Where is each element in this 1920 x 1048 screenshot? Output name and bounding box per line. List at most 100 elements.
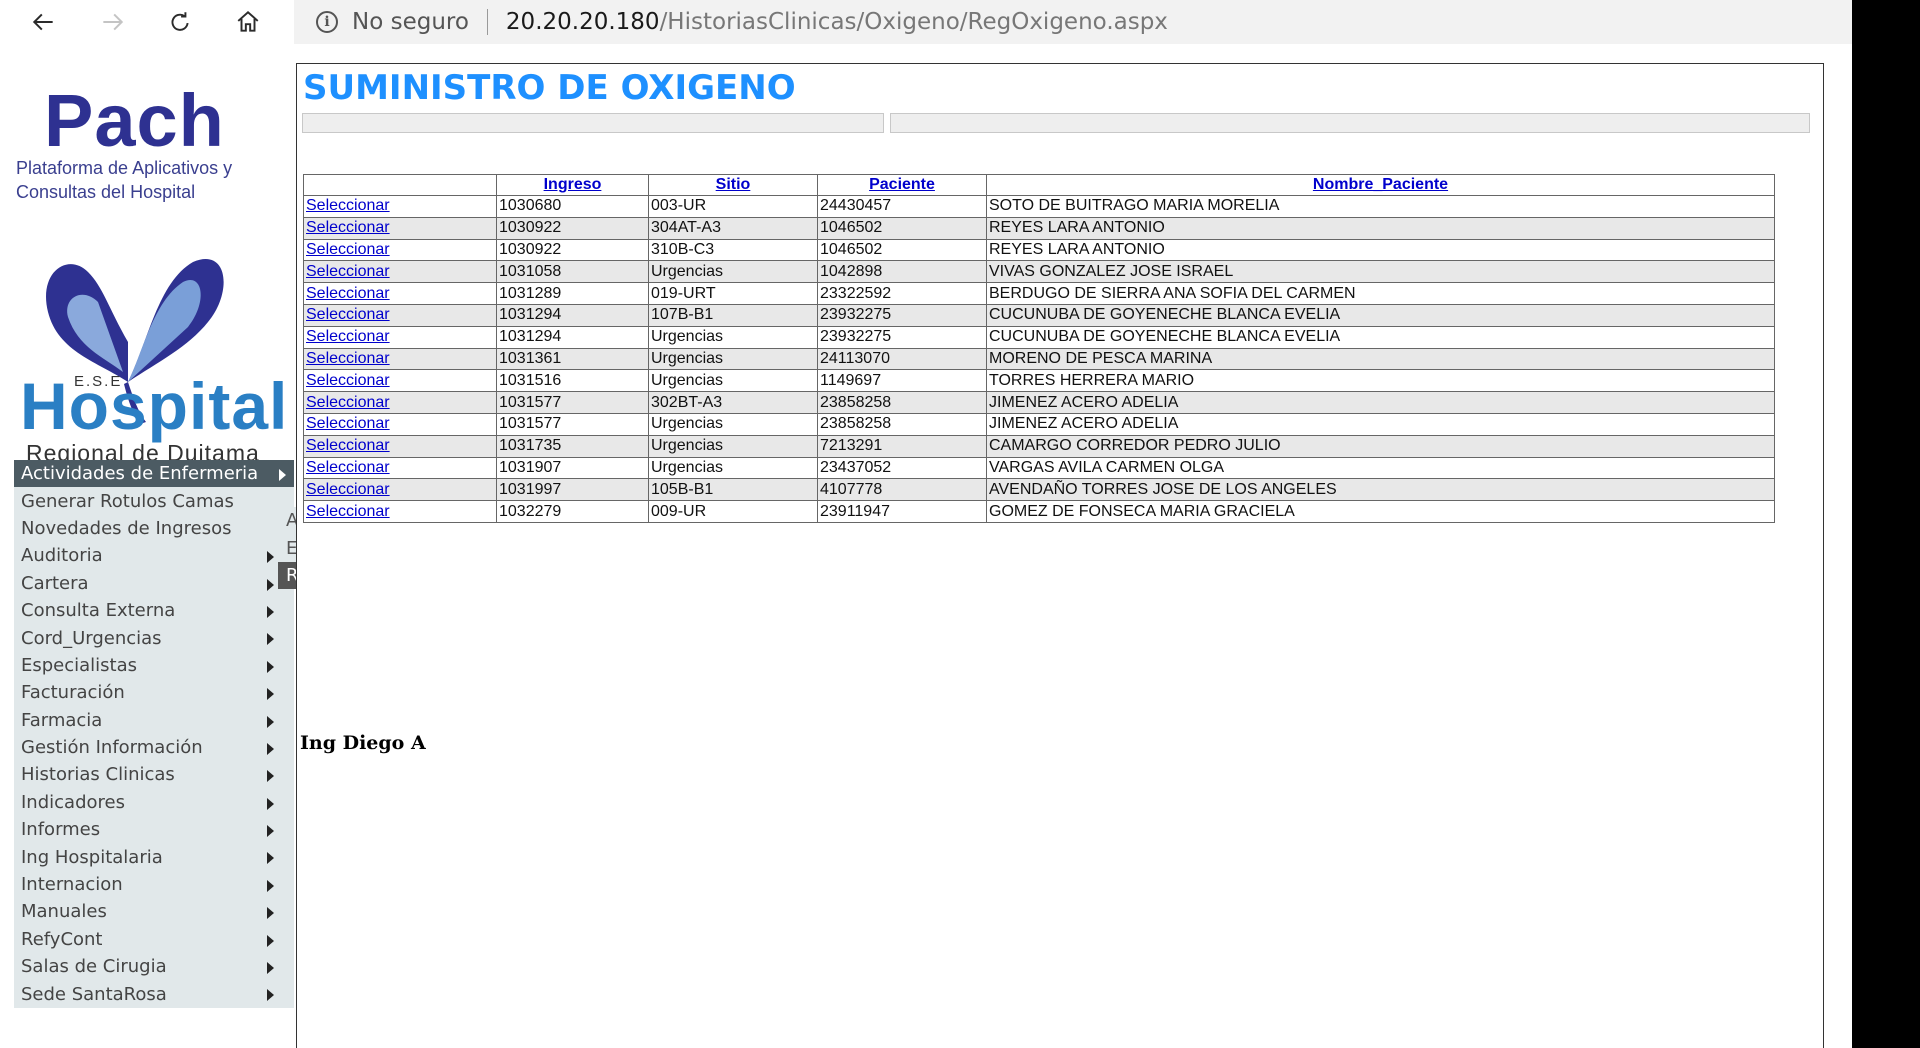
table-row: Seleccionar 1031294 Urgencias 23932275 CUCUN… xyxy=(303,325,1775,349)
ingreso-cell: 1031577 xyxy=(496,412,649,436)
paciente-cell: 23858258 xyxy=(817,412,987,436)
menu-item-label: Manuales xyxy=(21,901,107,923)
menu-item-manuales[interactable]: Manuales xyxy=(14,898,294,925)
menu-item-internacion[interactable]: Internacion xyxy=(14,871,294,898)
menu-item-ing-hospitalaria[interactable]: Ing Hospitalaria xyxy=(14,843,294,870)
select-cell: Seleccionar xyxy=(303,303,497,327)
menu-item-label: Facturación xyxy=(21,682,125,704)
patients-table: Ingreso Sitio Paciente Nombre_Paciente S… xyxy=(303,174,1775,523)
ingreso-cell: 1031735 xyxy=(496,434,649,458)
ingreso-cell: 1031997 xyxy=(496,478,649,502)
menu-item-label: Actividades de Enfermeria xyxy=(21,463,259,485)
paciente-cell: 1046502 xyxy=(817,238,987,262)
menu-item-facturaci-n[interactable]: Facturación xyxy=(14,679,294,706)
table-row: Seleccionar 1031997 105B-B1 4107778 AVENDAÑO… xyxy=(303,478,1775,502)
header-sitio[interactable]: Sitio xyxy=(648,174,818,196)
select-link[interactable]: Seleccionar xyxy=(306,459,390,476)
paciente-cell: 1149697 xyxy=(817,369,987,393)
sitio-cell: Urgencias xyxy=(648,434,818,458)
window-edge xyxy=(1852,0,1920,1048)
caret-right-icon xyxy=(267,879,274,892)
caret-right-icon xyxy=(267,633,274,646)
table-row: Seleccionar 1030680 003-UR 24430457 SOTO DE … xyxy=(303,195,1775,218)
ingreso-cell: 1030922 xyxy=(496,238,649,262)
menu-item-indicadores[interactable]: Indicadores xyxy=(14,789,294,816)
select-link[interactable]: Seleccionar xyxy=(306,415,390,432)
select-link[interactable]: Seleccionar xyxy=(306,197,390,214)
select-cell: Seleccionar xyxy=(303,478,497,502)
page-title: SUMINISTRO DE OXIGENO xyxy=(303,68,796,108)
select-link[interactable]: Seleccionar xyxy=(306,437,390,454)
menu-item-gesti-n-informaci-n[interactable]: Gestión Información xyxy=(14,734,294,761)
menu-item-auditoria[interactable]: Auditoria xyxy=(14,542,294,569)
menu-item-farmacia[interactable]: Farmacia xyxy=(14,707,294,734)
security-status[interactable]: No seguro xyxy=(352,9,469,35)
ingreso-cell: 1032279 xyxy=(496,500,649,523)
table-row: Seleccionar 1032279 009-UR 23911947 GOMEZ DE… xyxy=(303,500,1775,523)
select-link[interactable]: Seleccionar xyxy=(306,285,390,302)
select-link[interactable]: Seleccionar xyxy=(306,328,390,345)
menu-item-cord-urgencias[interactable]: Cord_Urgencias xyxy=(14,624,294,651)
header-ingreso[interactable]: Ingreso xyxy=(496,174,649,196)
caret-right-icon xyxy=(267,825,274,838)
menu-item-informes[interactable]: Informes xyxy=(14,816,294,843)
menu-item-label: Consulta Externa xyxy=(21,600,176,622)
menu-item-refycont[interactable]: RefyCont xyxy=(14,926,294,953)
menu-item-label: Generar Rotulos Camas xyxy=(21,490,234,512)
select-cell: Seleccionar xyxy=(303,412,497,436)
caret-right-icon xyxy=(267,852,274,865)
ingreso-cell: 1031577 xyxy=(496,391,649,414)
select-cell: Seleccionar xyxy=(303,391,497,414)
caret-right-icon xyxy=(267,551,274,564)
caret-right-icon xyxy=(267,742,274,755)
main-menu: Actividades de Enfermeria Generar Rotulos… xyxy=(14,460,294,1008)
home-icon[interactable] xyxy=(226,2,270,42)
menu-item-novedades-de-ingresos[interactable]: Novedades de Ingresos xyxy=(14,515,294,542)
address-bar[interactable]: i No seguro 20.20.20.180/HistoriasClinic… xyxy=(294,0,1852,44)
menu-item-especialistas[interactable]: Especialistas xyxy=(14,652,294,679)
info-icon[interactable]: i xyxy=(316,11,338,33)
menu-item-consulta-externa[interactable]: Consulta Externa xyxy=(14,597,294,624)
header-paciente[interactable]: Paciente xyxy=(817,174,987,196)
back-icon[interactable] xyxy=(22,2,66,42)
caret-right-icon xyxy=(267,660,274,673)
nombre-paciente-cell: CUCUNUBA DE GOYENECHE BLANCA EVELIA xyxy=(986,325,1775,349)
nombre-paciente-cell: BERDUGO DE SIERRA ANA SOFIA DEL CARMEN xyxy=(986,282,1775,305)
menu-item-generar-rotulos-camas[interactable]: Generar Rotulos Camas xyxy=(14,487,294,514)
select-link[interactable]: Seleccionar xyxy=(306,263,390,280)
select-link[interactable]: Seleccionar xyxy=(306,241,390,258)
sitio-cell: Urgencias xyxy=(648,456,818,480)
select-link[interactable]: Seleccionar xyxy=(306,394,390,411)
paciente-cell: 24430457 xyxy=(817,195,987,218)
menu-item-sede-santarosa[interactable]: Sede SantaRosa xyxy=(14,980,294,1007)
refresh-icon[interactable] xyxy=(158,2,202,42)
content-frame: SUMINISTRO DE OXIGENO Ingreso Sitio Paci… xyxy=(296,63,1824,1048)
caret-right-icon xyxy=(267,715,274,728)
nombre-paciente-cell: TORRES HERRERA MARIO xyxy=(986,369,1775,393)
table-row: Seleccionar 1031577 302BT-A3 23858258 JIMENE… xyxy=(303,391,1775,414)
select-link[interactable]: Seleccionar xyxy=(306,350,390,367)
sitio-cell: Urgencias xyxy=(648,412,818,436)
menu-item-actividades-de-enfermeria[interactable]: Actividades de Enfermeria xyxy=(14,460,294,488)
sitio-cell: 107B-B1 xyxy=(648,303,818,327)
menu-item-cartera[interactable]: Cartera xyxy=(14,570,294,597)
sitio-cell: 310B-C3 xyxy=(648,238,818,262)
menu-item-label: Auditoria xyxy=(21,545,103,567)
menu-item-historias-clinicas[interactable]: Historias Clinicas xyxy=(14,761,294,788)
sitio-cell: 302BT-A3 xyxy=(648,391,818,414)
menu-item-salas-de-cirugia[interactable]: Salas de Cirugia xyxy=(14,953,294,980)
select-link[interactable]: Seleccionar xyxy=(306,372,390,389)
table-row: Seleccionar 1031289 019-URT 23322592 BERDUGO… xyxy=(303,282,1775,305)
table-row: Seleccionar 1031577 Urgencias 23858258 JIMEN… xyxy=(303,412,1775,436)
paciente-cell: 1046502 xyxy=(817,216,987,240)
select-link[interactable]: Seleccionar xyxy=(306,306,390,323)
sitio-cell: 003-UR xyxy=(648,195,818,218)
paciente-cell: 23932275 xyxy=(817,325,987,349)
select-link[interactable]: Seleccionar xyxy=(306,503,390,520)
select-link[interactable]: Seleccionar xyxy=(306,219,390,236)
select-link[interactable]: Seleccionar xyxy=(306,481,390,498)
header-nombre-paciente[interactable]: Nombre_Paciente xyxy=(986,174,1775,196)
select-cell: Seleccionar xyxy=(303,260,497,284)
menu-item-label: Novedades de Ingresos xyxy=(21,517,232,539)
forward-icon[interactable] xyxy=(90,2,134,42)
